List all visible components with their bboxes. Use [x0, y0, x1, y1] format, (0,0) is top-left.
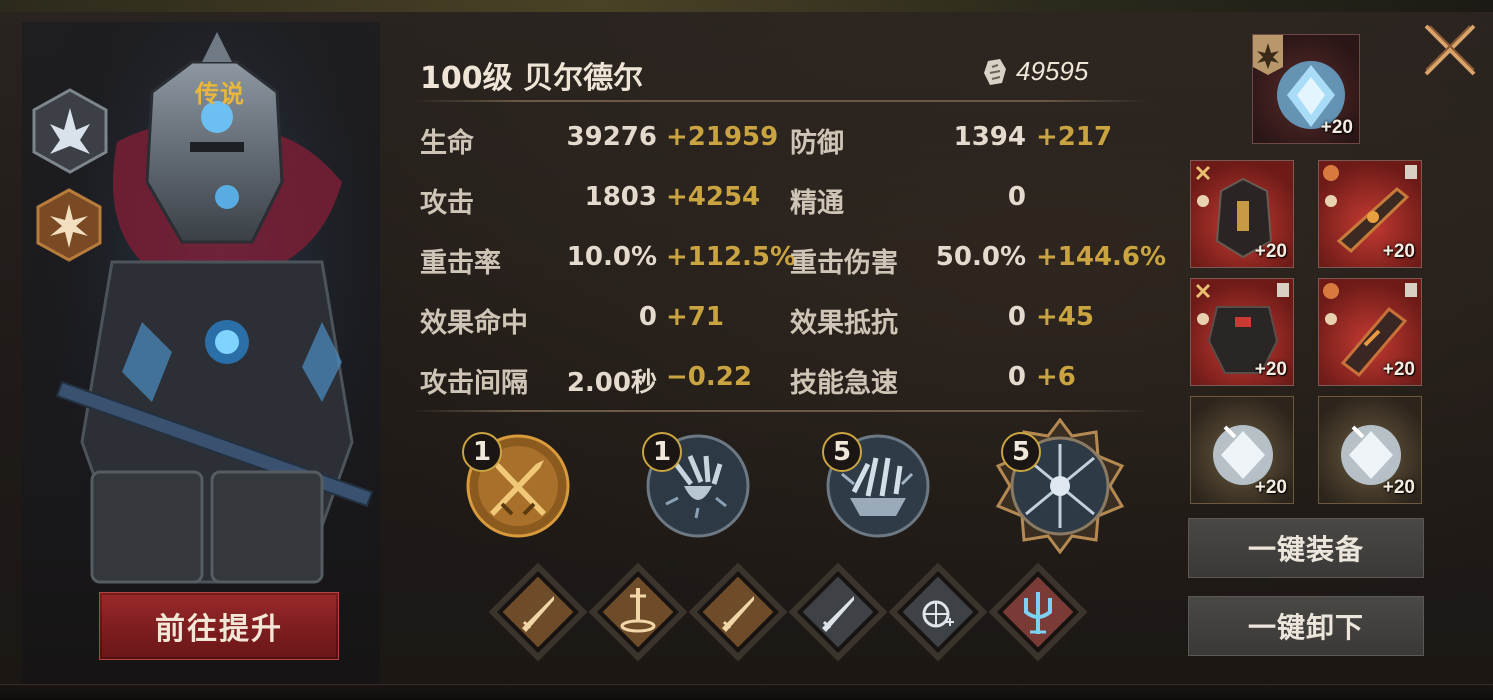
sword-in-stone-rune-icon[interactable]	[588, 562, 688, 662]
stat-bonus-skill-haste: +6	[1036, 362, 1076, 392]
stat-label-def: 防御	[790, 128, 844, 159]
equipment-slot-gloves[interactable]: +20	[1318, 278, 1422, 386]
hero-level-name: 100级 贝尔德尔	[420, 61, 644, 96]
stat-base-mastery: 0	[1007, 182, 1026, 212]
equipment-enhance-level: +20	[1382, 241, 1415, 262]
stat-label-crit-dmg: 重击伤害	[790, 248, 898, 279]
power-value: 49595	[1016, 56, 1089, 86]
shard-currency-icon	[984, 58, 1006, 85]
stat-bonus-atk-interval: −0.22	[666, 362, 752, 392]
stat-base-atk: 1803	[584, 182, 657, 212]
divider-bottom	[410, 410, 1150, 412]
stat-bonus-atk: +4254	[666, 182, 761, 212]
element-frost-icon	[36, 188, 102, 262]
equipment-enhance-level: +20	[1382, 359, 1415, 380]
bottom-border	[0, 684, 1493, 700]
skill-level-badge: 1	[642, 432, 682, 472]
equipment-slot-amulet[interactable]: +20	[1318, 396, 1422, 504]
hero-portrait-panel: 传说	[22, 22, 380, 684]
stat-base-skill-haste: 0	[1007, 362, 1026, 392]
stat-bonus-def: +217	[1036, 122, 1113, 152]
stat-label-crit-rate: 重击率	[420, 248, 501, 279]
trident-rune-icon[interactable]	[988, 562, 1088, 662]
stat-bonus-crit-rate: +112.5%	[666, 242, 797, 272]
stat-base-effect-res: 0	[1007, 302, 1026, 332]
hero-power: 49595	[982, 56, 1088, 87]
stat-base-atk-interval: 2.00秒	[566, 368, 657, 398]
artifact-enhance-level: +20	[1320, 117, 1353, 138]
skill-level-badge: 5	[822, 432, 862, 472]
stat-bonus-hp: +21959	[666, 122, 779, 152]
stat-label-effect-hit: 效果命中	[420, 308, 528, 339]
equipment-enhance-level: +20	[1254, 477, 1287, 498]
equip-all-button[interactable]: 一键装备	[1188, 518, 1424, 578]
equipment-enhance-level: +20	[1254, 241, 1287, 262]
divider-top	[410, 100, 1150, 102]
go-upgrade-button[interactable]: 前往提升	[99, 592, 339, 660]
stat-bonus-effect-hit: +71	[666, 302, 724, 332]
hero-detail-window: 传说 前往提升 100级 贝尔德尔 49595 生命 39276 +21959 …	[0, 0, 1493, 700]
stat-bonus-effect-res: +45	[1036, 302, 1094, 332]
sword-rune-icon[interactable]	[488, 562, 588, 662]
stat-base-def: 1394	[953, 122, 1026, 152]
rarity-label: 传说	[195, 80, 245, 108]
equipment-enhance-level: +20	[1382, 477, 1415, 498]
sword-rune-icon[interactable]	[688, 562, 788, 662]
class-emblem-icon	[32, 88, 108, 174]
stat-label-hp: 生命	[420, 128, 474, 159]
stat-label-effect-res: 效果抵抗	[790, 308, 898, 339]
silver-sword-rune-icon[interactable]	[788, 562, 888, 662]
equipment-enhance-level: +20	[1254, 359, 1287, 380]
stat-base-crit-rate: 10.0%	[566, 242, 657, 272]
equipment-slot-weapon[interactable]: +20	[1318, 160, 1422, 268]
stat-label-atk-interval: 攻击间隔	[420, 368, 528, 399]
stat-label-atk: 攻击	[420, 188, 474, 219]
artifact-slot[interactable]: +20	[1252, 34, 1360, 144]
unequip-all-button[interactable]: 一键卸下	[1188, 596, 1424, 656]
crosshair-rune-icon[interactable]	[888, 562, 988, 662]
skill-level-badge: 1	[462, 432, 502, 472]
stat-base-crit-dmg: 50.0%	[935, 242, 1026, 272]
stat-label-mastery: 精通	[790, 188, 844, 219]
equipment-slot-ring[interactable]: +20	[1190, 396, 1294, 504]
stat-base-effect-hit: 0	[638, 302, 657, 332]
stat-base-hp: 39276	[566, 122, 657, 152]
skill-level-badge: 5	[1001, 432, 1041, 472]
top-border	[0, 0, 1493, 12]
equipment-slot-armor[interactable]: +20	[1190, 278, 1294, 386]
close-icon[interactable]	[1418, 18, 1482, 82]
stat-label-skill-haste: 技能急速	[790, 368, 898, 399]
equipment-slot-helmet[interactable]: +20	[1190, 160, 1294, 268]
stat-bonus-crit-dmg: +144.6%	[1036, 242, 1167, 272]
